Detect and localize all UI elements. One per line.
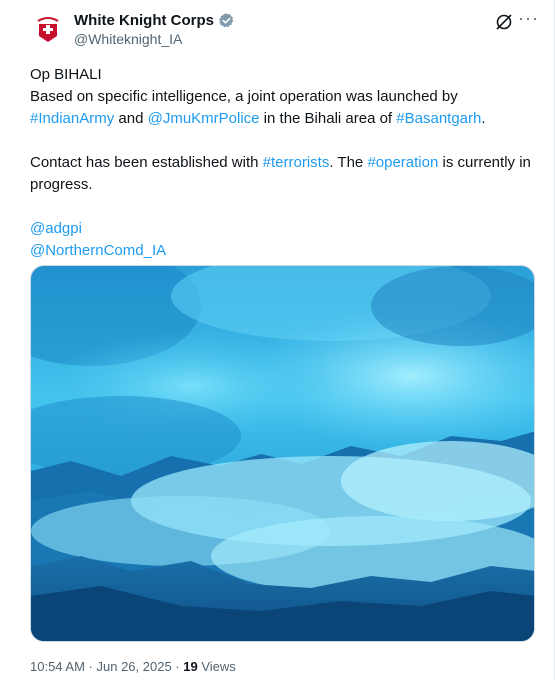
tweet-photo[interactable] — [30, 265, 535, 642]
tweet-paragraph-1: Based on specific intelligence, a joint … — [30, 86, 540, 130]
separator-dot: · — [171, 659, 184, 674]
hashtag-terrorists[interactable]: #terrorists — [263, 154, 330, 171]
white-knight-corps-emblem-icon — [30, 12, 66, 48]
text-segment: and — [114, 110, 148, 127]
text-segment: Contact has been established with — [30, 154, 263, 171]
hashtag-basantgarh[interactable]: #Basantgarh — [396, 110, 481, 127]
tweet-date[interactable]: Jun 26, 2025 — [97, 659, 172, 674]
mention-adgpi[interactable]: @adgpi — [30, 220, 82, 237]
text-segment: in the Bihali area of — [259, 110, 397, 127]
grok-icon[interactable] — [494, 12, 514, 32]
more-options-icon[interactable]: ··· — [518, 8, 539, 29]
hashtag-operation[interactable]: #operation — [367, 154, 438, 171]
tweet-line-title: Op BIHALI — [30, 66, 102, 83]
author-name-row: White Knight Corps — [74, 12, 235, 29]
tweet-time[interactable]: 10:54 AM — [30, 659, 85, 674]
tweet-paragraph-2: Contact has been established with #terro… — [30, 152, 540, 196]
text-segment: . The — [329, 154, 368, 171]
hashtag-indianarmy[interactable]: #IndianArmy — [30, 110, 114, 127]
views-count: 19 — [183, 659, 198, 674]
tweet-text: Op BIHALI Based on specific intelligence… — [30, 64, 540, 262]
author-name[interactable]: White Knight Corps — [74, 12, 214, 29]
views-label: Views — [197, 659, 236, 674]
avatar[interactable] — [30, 12, 66, 48]
separator-dot: · — [84, 659, 97, 674]
text-segment: . — [481, 110, 486, 127]
mention-northerncomd[interactable]: @NorthernComd_IA — [30, 242, 166, 259]
verified-badge-icon[interactable] — [218, 12, 235, 29]
tweet-meta: 10:54 AM · Jun 26, 2025 · 19 Views — [30, 659, 236, 674]
author-handle[interactable]: @Whiteknight_IA — [74, 31, 182, 47]
mountain-clouds-photo — [31, 266, 534, 641]
mention-jmukmrpolice[interactable]: @JmuKmrPolice — [148, 110, 260, 127]
text-segment: Based on specific intelligence, a joint … — [30, 88, 458, 105]
